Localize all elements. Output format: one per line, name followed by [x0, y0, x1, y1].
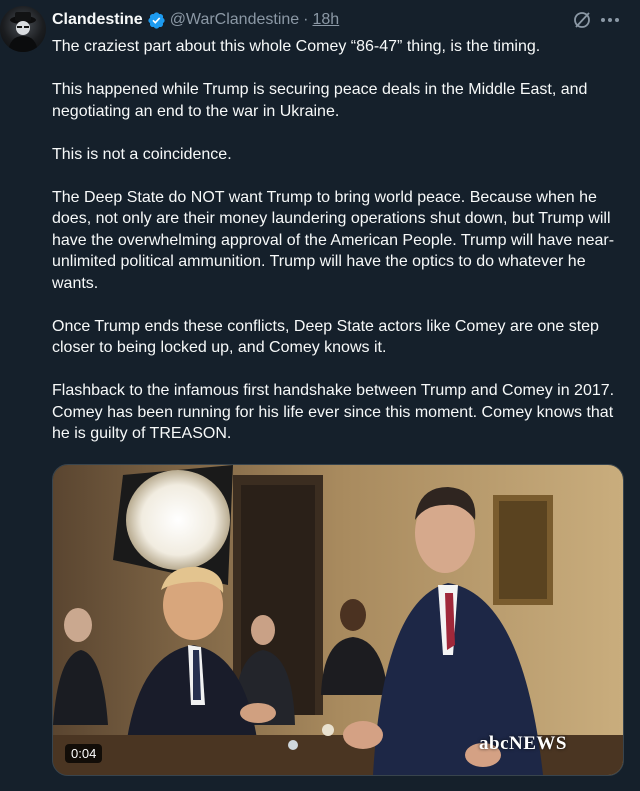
- avatar[interactable]: [0, 6, 46, 52]
- tweet-paragraph: This happened while Trump is securing pe…: [52, 81, 588, 120]
- grok-icon[interactable]: [572, 10, 592, 30]
- author-display-name[interactable]: Clandestine: [52, 11, 143, 29]
- tweet-paragraph: The Deep State do NOT want Trump to brin…: [52, 188, 615, 292]
- video-frame: [53, 465, 623, 775]
- author-handle[interactable]: @WarClandestine: [170, 11, 299, 29]
- avatar-figure-icon: [8, 12, 38, 52]
- tweet-body: The craziest part about this whole Comey…: [52, 36, 622, 466]
- tweet-paragraph: Flashback to the infamous first handshak…: [52, 382, 615, 442]
- tweet-paragraph: This is not a coincidence.: [52, 145, 232, 163]
- tweet: Clandestine @WarClandestine · 18h The cr…: [0, 0, 640, 791]
- tweet-timestamp[interactable]: 18h: [313, 11, 340, 29]
- tweet-paragraph: The craziest part about this whole Comey…: [52, 38, 541, 55]
- more-options-icon[interactable]: [598, 10, 622, 30]
- tweet-header: Clandestine @WarClandestine · 18h: [52, 9, 339, 31]
- verified-badge-icon: [148, 11, 165, 29]
- video-duration: 0:04: [65, 744, 103, 763]
- header-separator: ·: [303, 11, 309, 28]
- video-player[interactable]: 0:04 abcNEWS: [52, 464, 624, 776]
- tweet-paragraph: Once Trump ends these conflicts, Deep St…: [52, 317, 599, 357]
- abc-news-logo: abcNEWS: [479, 733, 567, 754]
